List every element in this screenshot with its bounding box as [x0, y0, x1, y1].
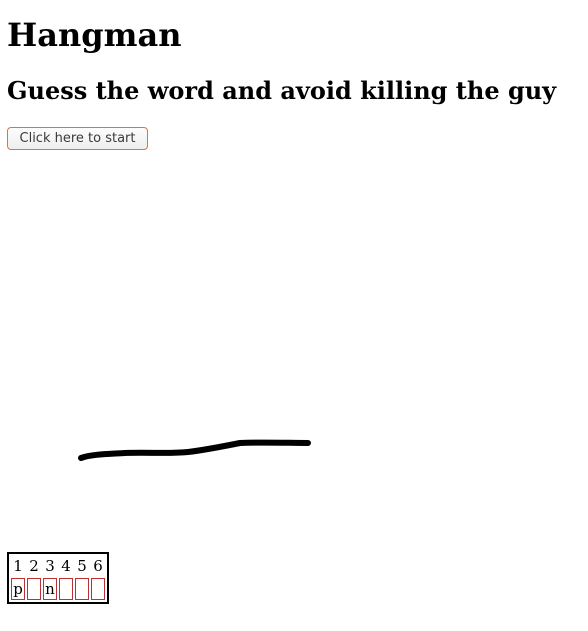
gallows-base-stroke	[78, 439, 311, 461]
letter-box	[75, 578, 89, 600]
start-button[interactable]: Click here to start	[7, 127, 148, 150]
letter-box	[27, 578, 41, 600]
letter-box: n	[43, 578, 57, 600]
position-number: 5	[77, 557, 87, 575]
letter-box: p	[11, 578, 25, 600]
letter-row: p n	[11, 578, 105, 600]
position-number: 3	[45, 557, 55, 575]
page-title: Hangman	[7, 16, 182, 54]
position-number: 6	[93, 557, 103, 575]
position-number: 2	[29, 557, 39, 575]
letter-box	[59, 578, 73, 600]
page-subtitle: Guess the word and avoid killing the guy	[7, 76, 557, 105]
word-table: 1 2 3 4 5 6 p n	[7, 552, 109, 604]
position-number: 4	[61, 557, 71, 575]
letter-box	[91, 578, 105, 600]
position-row: 1 2 3 4 5 6	[11, 556, 105, 576]
position-number: 1	[13, 557, 23, 575]
hangman-drawing	[78, 439, 311, 461]
